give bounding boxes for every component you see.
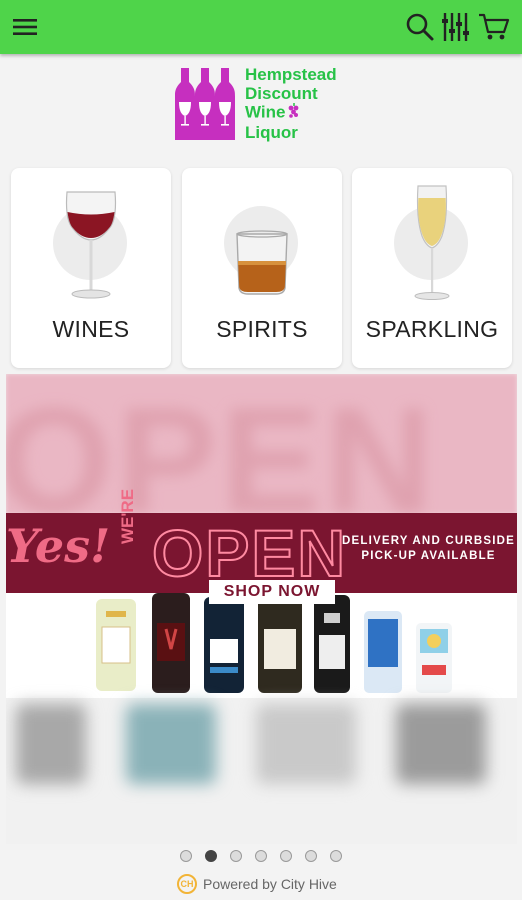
carousel-dot[interactable]: [205, 850, 217, 862]
carousel-dot[interactable]: [230, 850, 242, 862]
whiskey-glass-icon: [236, 230, 288, 295]
carousel-dot[interactable]: [180, 850, 192, 862]
carousel-dot[interactable]: [255, 850, 267, 862]
city-hive-logo-icon: CH: [177, 874, 197, 894]
carousel-dot[interactable]: [280, 850, 292, 862]
shop-now-button[interactable]: SHOP NOW: [209, 580, 335, 604]
powered-by-footer[interactable]: CH Powered by City Hive: [177, 874, 337, 894]
logo-line-4: Liquor: [245, 122, 298, 142]
red-wine-glass-icon: [65, 191, 117, 299]
logo-text: Hempstead Discount Wine Liquor: [245, 65, 337, 142]
carousel-dot[interactable]: [305, 850, 317, 862]
bottles-logo-icon: [175, 68, 235, 140]
blurred-bottle-4: [396, 704, 486, 784]
search-icon[interactable]: [403, 10, 437, 44]
blurred-bottle-2: [126, 704, 216, 784]
logo-line-3: Wine: [245, 102, 286, 122]
banner-were-text: WE'RE: [118, 488, 137, 544]
cart-icon[interactable]: [477, 10, 511, 44]
logo-line-2: Discount: [245, 83, 318, 103]
blurred-bottle-3: [256, 704, 356, 784]
category-card-wines[interactable]: WINES: [11, 168, 171, 368]
wine-bottles-image: [96, 593, 452, 693]
logo-line-1: Hempstead: [245, 65, 337, 84]
category-label: SPIRITS: [216, 316, 308, 342]
top-app-bar: [0, 0, 522, 54]
category-label: WINES: [52, 316, 130, 342]
banner-delivery-text: DELIVERY AND CURBSIDE PICK-UP AVAILABLE: [341, 535, 515, 562]
banner-yes-text: Yes!: [6, 519, 111, 573]
carousel-dot[interactable]: [330, 850, 342, 862]
category-card-sparkling[interactable]: SPARKLING: [352, 168, 512, 368]
carousel-pagination: [0, 850, 522, 862]
champagne-flute-icon: [414, 185, 450, 300]
promo-banner[interactable]: OPEN Yes! WE'RE OPEN DELIVERY AND CURBSI…: [6, 374, 517, 844]
category-label: SPARKLING: [365, 316, 499, 342]
filter-icon[interactable]: [438, 10, 472, 44]
hamburger-menu-icon[interactable]: [8, 10, 42, 44]
blurred-bottle-1: [16, 704, 86, 784]
powered-by-text: Powered by City Hive: [203, 876, 337, 892]
category-card-spirits[interactable]: SPIRITS: [182, 168, 342, 368]
banner-product-row: [6, 593, 517, 698]
store-logo[interactable]: Hempstead Discount Wine Liquor: [175, 65, 350, 144]
grape-icon: [288, 103, 300, 124]
